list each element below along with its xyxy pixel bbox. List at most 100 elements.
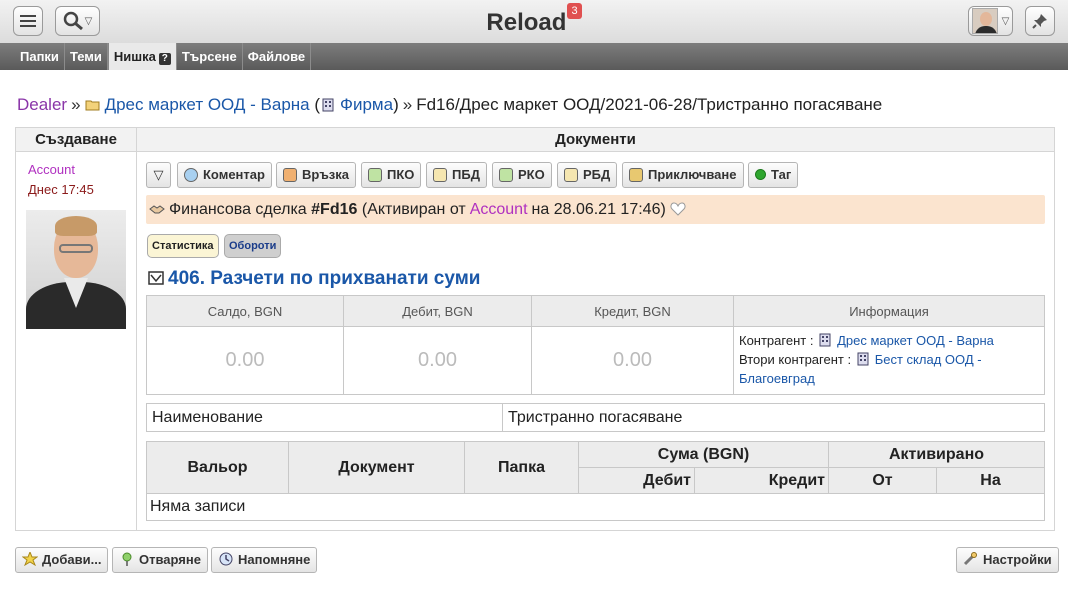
deal-number: #Fd16 [311, 201, 358, 218]
folder-open-icon [85, 100, 100, 111]
chevron-down-icon: ▽ [1001, 15, 1010, 27]
breadcrumb: Dealer» Дрес маркет ООД - Варна (Фирма)» F… [17, 95, 882, 115]
deal-activated-by: (Активиран от [361, 201, 466, 218]
credit-value: 0.00 [531, 326, 734, 395]
building-icon [857, 352, 869, 366]
bank-in-icon [433, 168, 447, 182]
rko-button[interactable]: РКО [492, 162, 552, 188]
app-title-text: Reload [486, 9, 567, 36]
tab-topics[interactable]: Теми [65, 43, 108, 70]
author-column: Account Днес 17:45 [16, 152, 137, 530]
pko-label: ПКО [387, 167, 415, 182]
contractor-link[interactable]: Дрес маркет ООД - Варна [837, 333, 994, 348]
remind-button[interactable]: Напомняне [211, 547, 318, 573]
deal-type: Финансова сделка [169, 201, 307, 218]
deal-info-bar: Финансова сделка #Fd16 (Активиран от Acco… [146, 195, 1045, 224]
tab-files[interactable]: Файлове [243, 43, 312, 70]
section-title-text: 406. Разчети по прихванати суми [168, 268, 481, 289]
breadcrumb-dealer-link[interactable]: Dealer [17, 95, 67, 114]
to-subheader: На [936, 467, 1045, 494]
contractor-label: Контрагент : [739, 333, 814, 348]
paren-close: ) [393, 95, 399, 114]
remind-label: Напомняне [238, 552, 311, 567]
comment-button[interactable]: Коментар [177, 162, 272, 188]
breadcrumb-separator: » [71, 95, 81, 114]
open-label: Отваряне [139, 552, 201, 567]
from-subheader: От [828, 467, 937, 494]
section-title: 406. Разчети по прихванати суми [148, 268, 480, 290]
tab-folders[interactable]: Папки [15, 43, 65, 70]
created-column-header: Създаване [16, 128, 137, 152]
breadcrumb-firm-link[interactable]: Фирма [340, 95, 393, 114]
pin-icon [1032, 14, 1047, 29]
heart-icon[interactable] [670, 202, 686, 216]
user-menu-button[interactable]: ▽ [968, 6, 1013, 36]
link-icon [283, 168, 297, 182]
pbd-label: ПБД [452, 167, 480, 182]
avatar-glasses [59, 244, 93, 253]
close-deal-button[interactable]: Приключване [622, 162, 744, 188]
name-label: Наименование [146, 403, 503, 432]
deal-activated-on: на 28.06.21 17:46) [531, 201, 666, 218]
add-button[interactable]: Добави... [15, 547, 109, 573]
documents-column-header: Документи [137, 128, 1054, 152]
clock-icon [219, 552, 233, 566]
thread-table: Създаване Документи Account Днес 17:45 ▽… [15, 127, 1055, 531]
tab-thread-label: Нишка [113, 49, 156, 64]
author-link[interactable]: Account [28, 162, 75, 177]
breadcrumb-separator: » [402, 95, 413, 114]
rbd-label: РБД [583, 167, 611, 182]
add-label: Добави... [42, 552, 102, 567]
building-icon [322, 98, 334, 112]
credit-header: Кредит, BGN [531, 295, 734, 327]
pko-button[interactable]: ПКО [361, 162, 422, 188]
top-bar: ▽ Reload 3 ▽ [0, 0, 1068, 43]
tab-thread[interactable]: Нишка? [107, 43, 177, 70]
pin-button[interactable] [1025, 6, 1055, 36]
rko-label: РКО [518, 167, 545, 182]
turnover-tab[interactable]: Обороти [224, 234, 282, 258]
more-dropdown-button[interactable]: ▽ [146, 162, 171, 188]
tab-search[interactable]: Търсене [177, 43, 243, 70]
pbd-button[interactable]: ПБД [426, 162, 487, 188]
currency-header: Вальор [146, 441, 289, 494]
activated-header: Активирано [828, 441, 1045, 468]
settings-button[interactable]: Настройки [956, 547, 1059, 573]
summary-table: Салдо, BGN Дебит, BGN Кредит, BGN Информ… [146, 295, 1045, 395]
breadcrumb-company-link[interactable]: Дрес маркет ООД - Варна [105, 95, 310, 114]
link-button[interactable]: Връзка [276, 162, 357, 188]
amount-header: Сума (BGN) [578, 441, 829, 468]
bank-out-icon [564, 168, 578, 182]
deal-account-link[interactable]: Account [470, 201, 528, 218]
star-icon [22, 552, 38, 566]
user-avatar [971, 8, 998, 34]
comment-label: Коментар [203, 167, 265, 182]
handshake-icon [149, 205, 165, 214]
entries-table: Вальор Документ Папка Сума (BGN) Активир… [146, 441, 1045, 521]
tag-dot-icon [755, 169, 766, 180]
notification-badge[interactable]: 3 [567, 3, 582, 19]
document-header: Документ [288, 441, 465, 494]
information-header: Информация [733, 295, 1045, 327]
breadcrumb-path: Fd16/Дрес маркет ООД/2021-06-28/Тристран… [416, 95, 883, 114]
information-cell: Контрагент : Дрес маркет ООД - Варна Вто… [733, 326, 1045, 395]
open-button[interactable]: Отваряне [112, 547, 208, 573]
building-icon [819, 333, 831, 347]
pin-green-icon [122, 552, 132, 566]
help-icon[interactable]: ? [158, 53, 171, 65]
empty-message: Няма записи [146, 493, 1045, 521]
account-icon [148, 271, 164, 285]
app-title: Reload 3 [0, 3, 1068, 37]
created-date: Днес 17:45 [28, 182, 94, 197]
name-table: Наименование Тристранно погасяване [146, 403, 1045, 432]
folder-header: Папка [464, 441, 579, 494]
avatar-hair [55, 216, 97, 236]
statistics-tab[interactable]: Статистика [147, 234, 219, 258]
rbd-button[interactable]: РБД [557, 162, 618, 188]
tag-button[interactable]: Таг [748, 162, 799, 188]
settings-label: Настройки [983, 552, 1052, 567]
close-deal-label: Приключване [648, 167, 737, 182]
settings-tools-icon [963, 552, 977, 566]
nav-tabs: Папки Теми Нишка? Търсене Файлове [0, 43, 1068, 70]
balance-value: 0.00 [146, 326, 344, 395]
